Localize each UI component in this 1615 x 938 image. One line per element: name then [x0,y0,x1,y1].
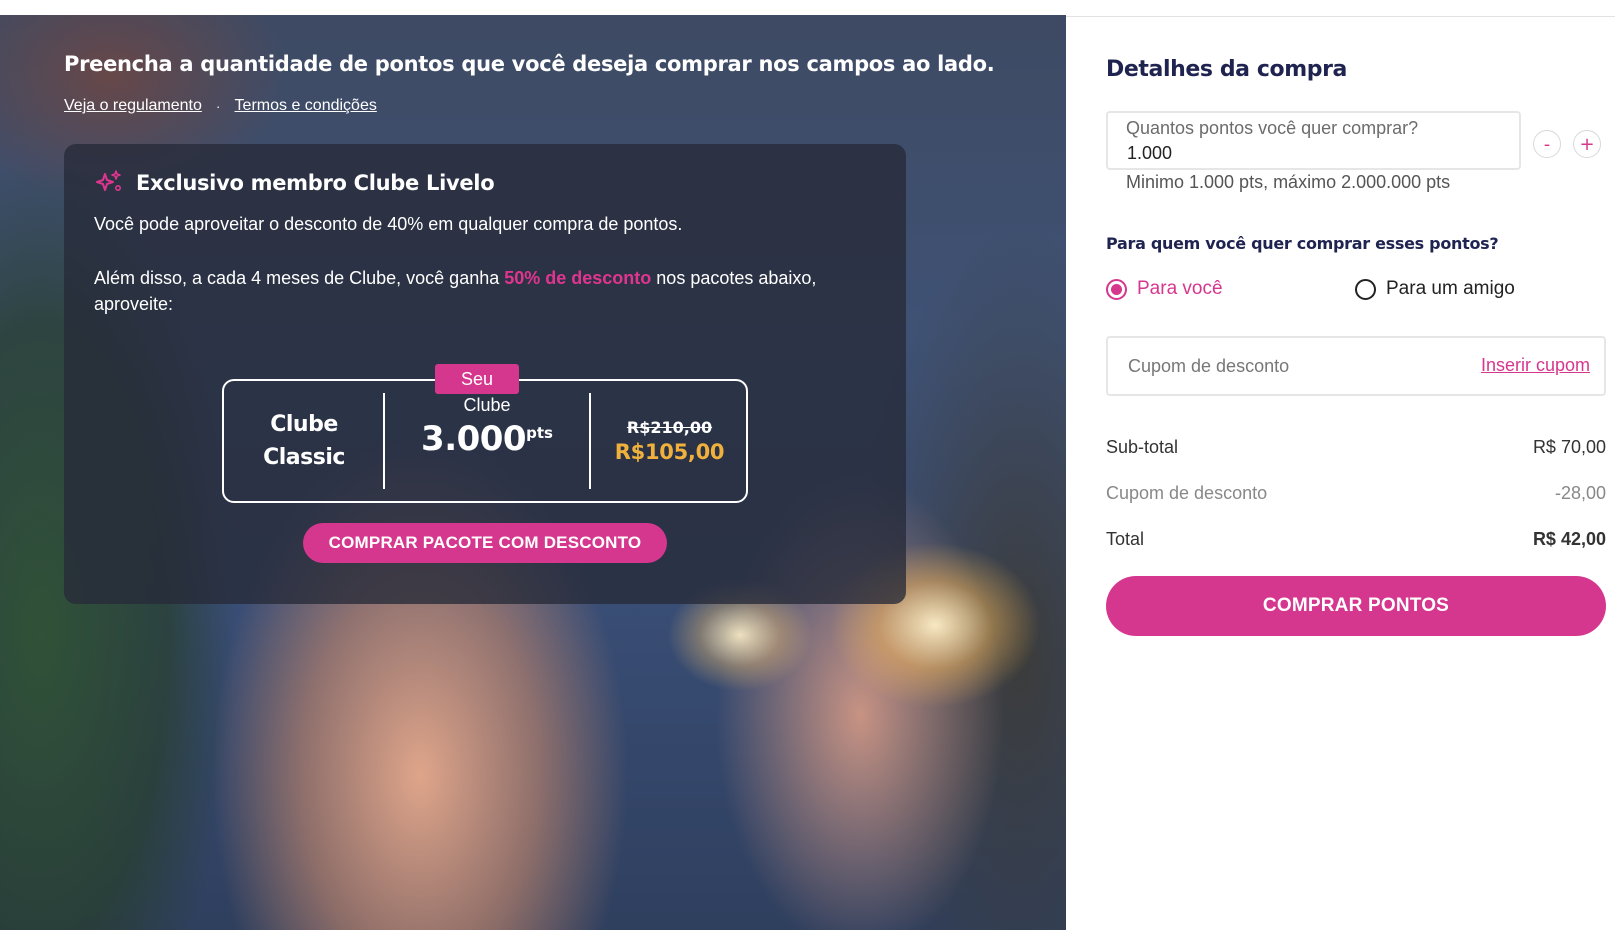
package-points: Clube 3.000pts [385,381,589,501]
discount-highlight: 50% de desconto [504,268,652,288]
discount-package-card[interactable]: Seu Clube Classic Clube 3.000pts R$210,0… [222,364,748,503]
club-offer-text: Você pode aproveitar o desconto de 40% e… [94,214,683,234]
insert-coupon-link[interactable]: Inserir cupom [1481,355,1590,376]
club-offer-header: Exclusivo membro Clube Livelo [94,168,495,198]
regulation-link[interactable]: Veja o regulamento [64,97,202,115]
total-row: Total R$ 42,00 [1106,529,1606,550]
package-plan: Clube Classic [224,381,384,501]
purchase-details-panel: Detalhes da compra Quantos pontos você q… [1106,0,1611,938]
package-plan-line2: Classic [263,445,345,470]
hero-links: Veja o regulamento · Termos e condições [64,97,377,115]
decrease-quantity-button[interactable]: - [1533,130,1561,158]
quantity-hint: Minimo 1.000 pts, máximo 2.000.000 pts [1126,172,1451,192]
sparkle-icon [96,170,121,191]
package-plan-line1: Clube [270,412,338,437]
package-points-value: 3.000 [421,419,527,459]
club-offer-card: Exclusivo membro Clube Livelo Você pode … [64,144,906,604]
hero-banner: Preencha a quantidade de pontos que você… [0,15,1066,930]
recipient-option-friend-label: Para um amigo [1386,278,1515,299]
coupon-field[interactable]: Cupom de desconto Inserir cupom [1106,336,1606,396]
terms-link[interactable]: Termos e condições [235,97,377,115]
page: Preencha a quantidade de pontos que você… [0,0,1615,938]
subtotal-row: Sub-total R$ 70,00 [1106,437,1606,458]
club-offer-title: Exclusivo membro Clube Livelo [136,171,495,195]
coupon-discount-value: -28,00 [1554,483,1606,503]
panel-title: Detalhes da compra [1106,57,1347,82]
package-price: R$210,00 R$105,00 [591,381,748,501]
total-label: Total [1106,529,1145,549]
package-points-label: Clube [463,395,511,415]
subtotal-value: R$ 70,00 [1532,437,1606,457]
recipient-question: Para quem você quer comprar esses pontos… [1106,234,1499,253]
coupon-discount-label: Cupom de desconto [1106,483,1268,503]
buy-points-button[interactable]: COMPRAR PONTOS [1106,576,1606,636]
recipient-option-self[interactable]: Para você [1106,278,1223,300]
radio-unselected-icon[interactable] [1355,278,1376,300]
points-quantity-field[interactable]: Quantos pontos você quer comprar? 1.000 [1106,111,1521,170]
hero-headline: Preencha a quantidade de pontos que você… [64,52,995,76]
recipient-option-self-label: Para você [1137,278,1223,299]
total-value: R$ 42,00 [1532,529,1606,549]
club-offer-extra-before: Além disso, a cada 4 meses de Clube, voc… [94,268,505,288]
coupon-discount-row: Cupom de desconto -28,00 [1106,483,1606,504]
increase-quantity-button[interactable]: + [1573,130,1601,158]
recipient-option-friend[interactable]: Para um amigo [1355,278,1515,300]
package-points-unit: pts [526,424,553,442]
radio-selected-icon[interactable] [1106,278,1127,300]
package-points-amount: 3.000pts [385,419,589,459]
buy-discount-package-button[interactable]: COMPRAR PACOTE COM DESCONTO [303,523,667,563]
link-separator: · [215,98,221,114]
subtotal-label: Sub-total [1106,437,1179,457]
points-quantity-label: Quantos pontos você quer comprar? [1126,118,1419,138]
club-offer-extra-text: Além disso, a cada 4 meses de Clube, voc… [94,265,854,317]
points-quantity-input[interactable]: 1.000 [1127,143,1172,164]
package-new-price: R$105,00 [614,440,725,464]
package-old-price: R$210,00 [626,418,713,437]
coupon-input[interactable]: Cupom de desconto [1128,356,1289,377]
